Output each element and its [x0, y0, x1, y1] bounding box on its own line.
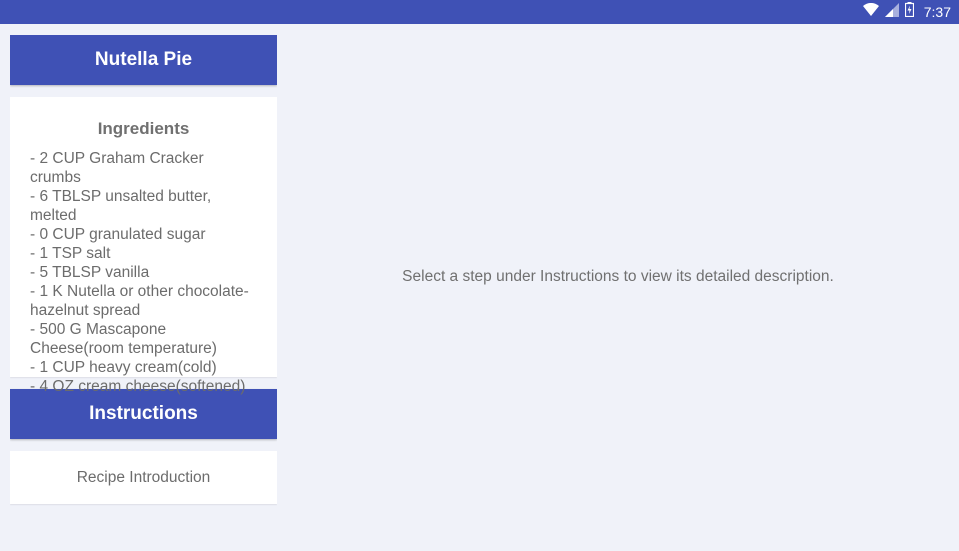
- battery-charging-icon: [904, 2, 914, 22]
- ingredients-title: Ingredients: [97, 119, 190, 138]
- ingredient-item: - 2 CUP Graham Cracker crumbs: [30, 150, 204, 186]
- instructions-title-bar: Instructions: [10, 389, 277, 439]
- step-item-recipe-introduction[interactable]: Recipe Introduction: [10, 451, 277, 504]
- ingredient-item: - 1 K Nutella or other chocolate-hazelnu…: [30, 283, 249, 319]
- recipe-title-bar: Nutella Pie: [10, 35, 277, 85]
- detail-placeholder-message: Select a step under Instructions to view…: [402, 267, 834, 285]
- status-bar: 7:37: [0, 0, 959, 24]
- ingredient-item: - 0 CUP granulated sugar: [30, 226, 206, 243]
- status-time: 7:37: [923, 4, 951, 20]
- status-icons: 7:37: [862, 2, 959, 22]
- ingredients-list: - 2 CUP Graham Cracker crumbs - 6 TBLSP …: [30, 149, 257, 396]
- instructions-title: Instructions: [89, 403, 198, 424]
- step-label: Recipe Introduction: [76, 468, 211, 486]
- ingredient-item: - 5 TBLSP vanilla: [30, 264, 150, 281]
- cell-signal-icon: [884, 2, 899, 22]
- wifi-icon: [862, 2, 879, 22]
- recipe-title: Nutella Pie: [94, 49, 193, 70]
- ingredient-item: - 1 CUP heavy cream(cold): [30, 359, 217, 376]
- step-detail-pane: Select a step under Instructions to view…: [277, 24, 959, 551]
- ingredient-item: - 1 TSP salt: [30, 245, 111, 262]
- recipe-sidebar: Nutella Pie Ingredients - 2 CUP Graham C…: [10, 35, 277, 551]
- ingredient-item: - 6 TBLSP unsalted butter, melted: [30, 188, 212, 224]
- ingredients-card: Ingredients - 2 CUP Graham Cracker crumb…: [10, 97, 277, 395]
- ingredient-item: - 4 OZ cream cheese(softened): [30, 378, 246, 395]
- ingredient-item: - 500 G Mascapone Cheese(room temperatur…: [30, 321, 217, 357]
